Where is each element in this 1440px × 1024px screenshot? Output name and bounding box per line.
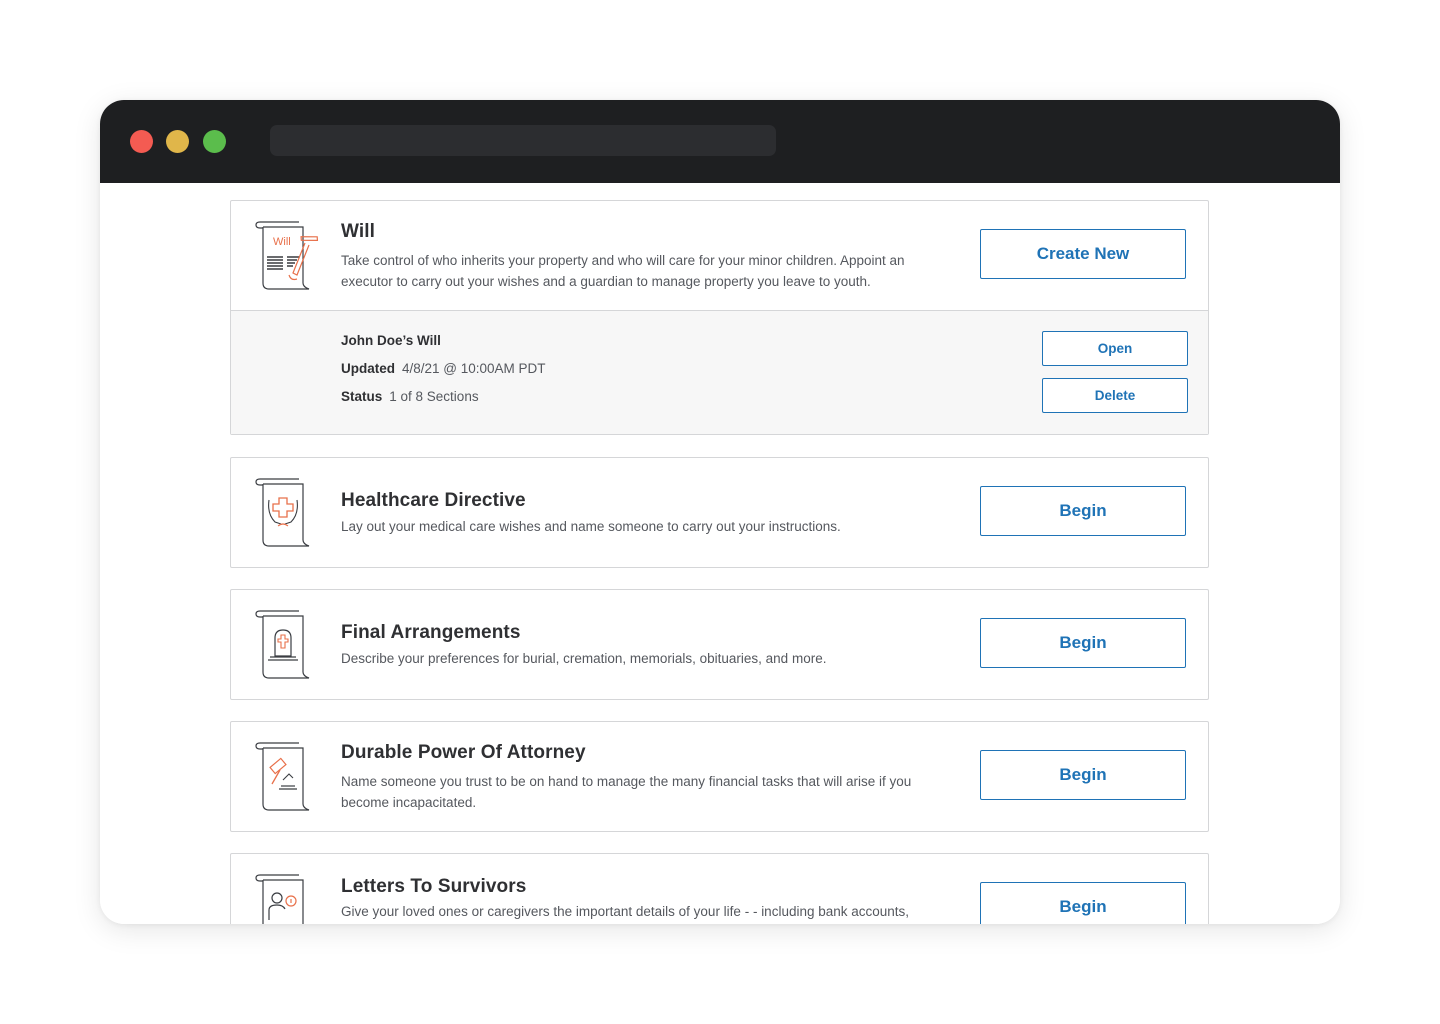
begin-letters-to-survivors-button[interactable]: Begin bbox=[980, 882, 1186, 924]
card-title: Final Arrangements bbox=[341, 622, 521, 643]
card-description: Lay out your medical care wishes and nam… bbox=[341, 519, 841, 534]
browser-window: Will Will Take control of who inherits y… bbox=[100, 100, 1340, 924]
status-label: Status bbox=[341, 389, 383, 404]
saved-document-panel: John Doe’s Will Updated 4/8/21 @ 10:00AM … bbox=[231, 310, 1208, 434]
document-card-healthcare-directive: Healthcare Directive Lay out your medica… bbox=[230, 457, 1209, 568]
document-card-letters-to-survivors: Letters To Survivors Give your loved one… bbox=[230, 853, 1209, 924]
document-card-final-arrangements: Final Arrangements Describe your prefere… bbox=[230, 589, 1209, 700]
tombstone-icon bbox=[253, 610, 319, 682]
minimize-window-button[interactable] bbox=[166, 130, 189, 153]
close-window-button[interactable] bbox=[130, 130, 153, 153]
svg-text:Will: Will bbox=[273, 236, 291, 248]
status-value: 1 of 8 Sections bbox=[389, 389, 479, 404]
open-document-button[interactable]: Open bbox=[1042, 331, 1188, 366]
card-description: Give your loved ones or caregivers the i… bbox=[341, 904, 910, 919]
document-list: Will Will Take control of who inherits y… bbox=[100, 183, 1340, 924]
card-description: Name someone you trust to be on hand to … bbox=[341, 774, 912, 810]
maximize-window-button[interactable] bbox=[203, 130, 226, 153]
card-description: Describe your preferences for burial, cr… bbox=[341, 651, 827, 666]
card-description: Take control of who inherits your proper… bbox=[341, 253, 905, 289]
card-title: Will bbox=[341, 221, 376, 242]
healthcare-hands-cross-icon bbox=[253, 478, 319, 550]
person-info-icon bbox=[253, 874, 319, 924]
document-card-durable-power-of-attorney: Durable Power Of Attorney Name someone y… bbox=[230, 721, 1209, 832]
will-document-icon: Will bbox=[253, 221, 319, 293]
card-title: Letters To Survivors bbox=[341, 876, 527, 897]
card-title: Healthcare Directive bbox=[341, 490, 526, 511]
card-title: Durable Power Of Attorney bbox=[341, 742, 586, 763]
status-row: Status 1 of 8 Sections bbox=[341, 389, 479, 404]
gavel-icon bbox=[253, 742, 319, 814]
begin-final-arrangements-button[interactable]: Begin bbox=[980, 618, 1186, 668]
address-bar[interactable] bbox=[270, 125, 776, 156]
title-bar bbox=[100, 100, 1340, 183]
updated-label: Updated bbox=[341, 361, 395, 376]
create-new-will-button[interactable]: Create New bbox=[980, 229, 1186, 279]
updated-value: 4/8/21 @ 10:00AM PDT bbox=[402, 361, 546, 376]
document-name: John Doe’s Will bbox=[341, 333, 441, 348]
begin-healthcare-directive-button[interactable]: Begin bbox=[980, 486, 1186, 536]
document-card-will: Will Will Take control of who inherits y… bbox=[230, 200, 1209, 435]
delete-document-button[interactable]: Delete bbox=[1042, 378, 1188, 413]
begin-durable-power-of-attorney-button[interactable]: Begin bbox=[980, 750, 1186, 800]
updated-row: Updated 4/8/21 @ 10:00AM PDT bbox=[341, 361, 546, 376]
